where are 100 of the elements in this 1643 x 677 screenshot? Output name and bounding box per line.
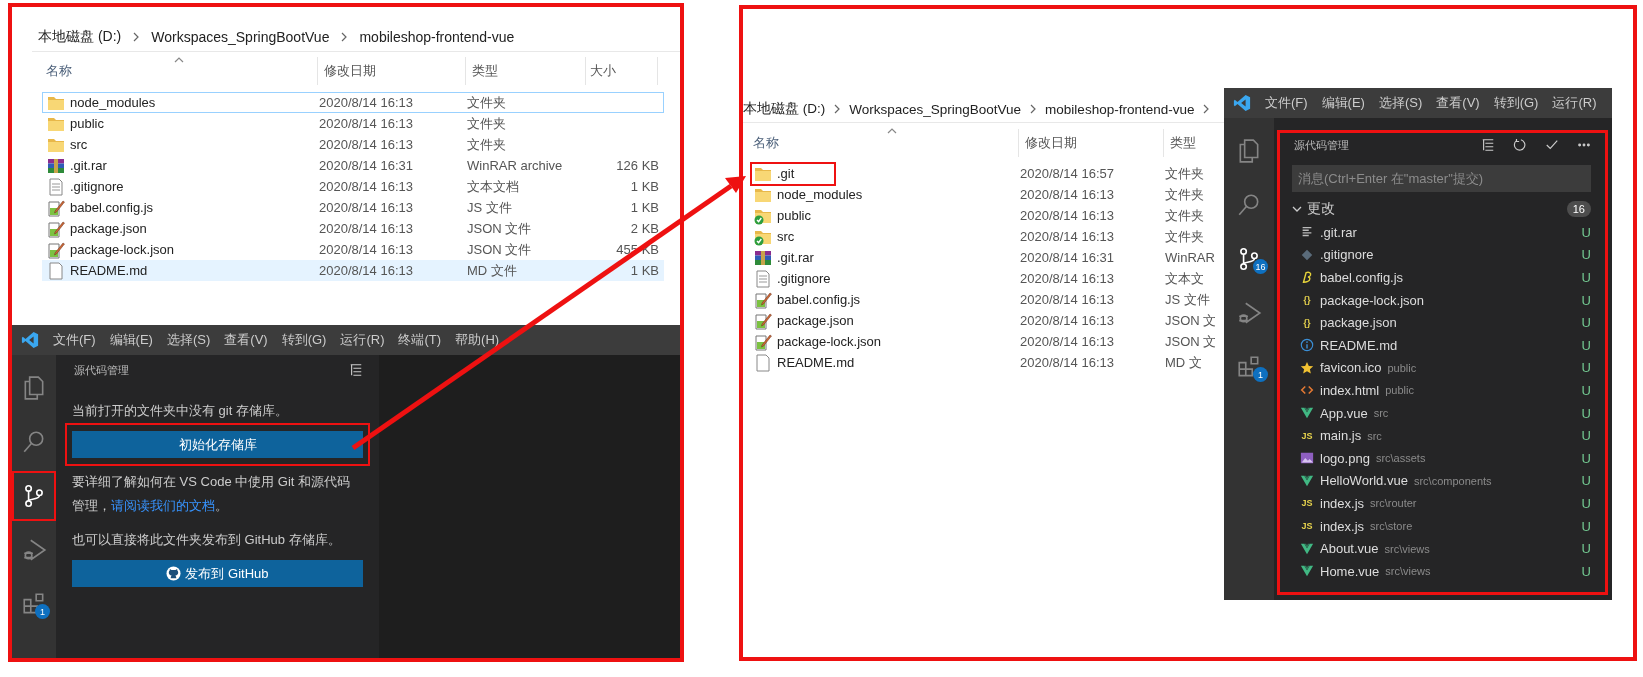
menu-item[interactable]: 运行(R) <box>1552 94 1597 112</box>
github-icon <box>166 566 182 581</box>
file-path: src <box>1367 429 1382 442</box>
modified-date: 2020/8/14 16:13 <box>319 116 414 131</box>
change-item[interactable]: favicon.ico public U <box>1292 356 1591 380</box>
scm-notice: 当前打开的文件夹中没有 git 存储库。 <box>72 402 289 420</box>
status-letter: U <box>1581 473 1591 489</box>
column-header[interactable]: 修改日期 <box>1019 129 1164 157</box>
init-repo-button[interactable]: 初始化存储库 <box>72 431 363 458</box>
change-item[interactable]: README.md U <box>1292 333 1591 357</box>
file-name: logo.png <box>1320 450 1370 466</box>
docs-link[interactable]: 请阅读我们的文档 <box>111 498 215 513</box>
menu-item[interactable]: 帮助(H) <box>455 331 500 349</box>
refresh-icon[interactable] <box>1513 138 1527 152</box>
change-item[interactable]: babel.config.js U <box>1292 266 1591 289</box>
change-item[interactable]: {} package-lock.json U <box>1292 288 1591 312</box>
file-type: JSON 文件 <box>467 240 533 259</box>
breadcrumb-item[interactable]: 本地磁盘 (D:) <box>743 100 826 118</box>
file-row[interactable]: package-lock.json 2020/8/14 16:13 JSON 文 <box>749 331 1224 352</box>
count-badge: 16 <box>1253 259 1268 274</box>
breadcrumb-item[interactable]: mobileshop-frontend-vue <box>359 29 515 45</box>
breadcrumb-item[interactable]: Workspaces_SpringBootVue <box>849 101 1022 117</box>
file-row[interactable]: .git 2020/8/14 16:57 文件夹 <box>749 163 1224 184</box>
status-letter: U <box>1581 518 1591 534</box>
text-file-icon <box>47 177 65 196</box>
file-row[interactable]: src 2020/8/14 16:13 文件夹 <box>42 134 664 155</box>
menu-item[interactable]: 转到(G) <box>1493 94 1539 112</box>
js-icon: JS <box>1300 498 1314 509</box>
file-size: 2 KB <box>629 221 659 236</box>
file-row[interactable]: node_modules 2020/8/14 16:13 文件夹 <box>749 184 1224 205</box>
file-row[interactable]: README.md 2020/8/14 16:13 MD 文件 1 KB <box>42 260 664 281</box>
menu-item[interactable]: 查看(V) <box>1436 94 1480 112</box>
commit-message-field[interactable]: 消息(Ctrl+Enter 在"master"提交) <box>1292 165 1591 192</box>
file-row[interactable]: public 2020/8/14 16:13 文件夹 <box>42 113 664 134</box>
menu-item[interactable]: 文件(F) <box>1265 94 1308 112</box>
file-row[interactable]: .gitignore 2020/8/14 16:13 文本文档 1 KB <box>42 176 664 197</box>
file-path: public <box>1385 384 1414 397</box>
menu-item[interactable]: 编辑(E) <box>1321 94 1365 112</box>
check-icon[interactable] <box>1545 138 1559 152</box>
change-item[interactable]: logo.png src\assets U <box>1292 446 1591 470</box>
change-item[interactable]: {} package.json U <box>1292 311 1591 334</box>
chevron-icon <box>133 32 140 42</box>
status-letter: U <box>1581 224 1591 240</box>
change-item[interactable]: Home.vue src\views U <box>1292 559 1591 583</box>
file-type: 文件夹 <box>467 93 507 112</box>
publish-button[interactable]: 发布到 GitHub <box>72 560 363 587</box>
change-item[interactable]: .gitignore U <box>1292 243 1591 267</box>
column-header[interactable]: 类型 <box>466 57 586 85</box>
chevron-icon[interactable] <box>1292 204 1302 214</box>
tree-view-icon[interactable] <box>1481 138 1495 152</box>
file-row[interactable]: .gitignore 2020/8/14 16:13 文本文 <box>749 268 1224 289</box>
file-type: MD 文件 <box>467 261 518 280</box>
file-row[interactable]: public 2020/8/14 16:13 文件夹 <box>749 205 1224 226</box>
change-item[interactable]: JS main.js src U <box>1292 424 1591 447</box>
file-row[interactable]: .git.rar 2020/8/14 16:31 WinRAR archive 126 KB <box>42 155 664 176</box>
change-item[interactable]: .git.rar U <box>1292 221 1591 244</box>
file-row[interactable]: package.json 2020/8/14 16:13 JSON 文 <box>749 310 1224 331</box>
change-item[interactable]: JS index.js src\store U <box>1292 514 1591 538</box>
change-item[interactable]: index.html public U <box>1292 379 1591 402</box>
menu-item[interactable]: 选择(S) <box>166 331 211 349</box>
help-text: 要详细了解如何在 VS Code 中使用 Git 和源代码管理，请阅读我们的文档。 <box>72 473 352 515</box>
menu-item[interactable]: 转到(G) <box>281 331 327 349</box>
file-name: About.vue <box>1320 541 1379 557</box>
change-item[interactable]: About.vue src\views U <box>1292 537 1591 560</box>
column-header[interactable]: 大小 <box>586 57 658 85</box>
file-name: main.js <box>1320 428 1362 444</box>
file-row[interactable]: babel.config.js 2020/8/14 16:13 JS 文件 <box>749 289 1224 310</box>
menu-item[interactable]: 运行(R) <box>340 331 385 349</box>
file-path: src\store <box>1370 520 1413 532</box>
run-debug-icon[interactable] <box>21 537 47 563</box>
status-letter: U <box>1581 292 1591 308</box>
file-path: src\router <box>1370 497 1417 510</box>
file-row[interactable]: .git.rar 2020/8/14 16:31 WinRAR <box>749 247 1224 268</box>
breadcrumb-item[interactable]: mobileshop-frontend-vue <box>1045 101 1195 117</box>
menu-item[interactable]: 编辑(E) <box>109 331 153 349</box>
breadcrumb-item[interactable]: Workspaces_SpringBootVue <box>151 29 330 45</box>
change-item[interactable]: JS index.js src\router U <box>1292 492 1591 515</box>
column-header[interactable]: 类型 <box>1164 129 1224 157</box>
run-debug-icon[interactable] <box>1236 300 1262 326</box>
file-row[interactable]: node_modules 2020/8/14 16:13 文件夹 <box>42 92 664 113</box>
column-header[interactable]: 名称 <box>749 129 1019 157</box>
change-item[interactable]: App.vue src U <box>1292 401 1591 425</box>
file-name: Home.vue <box>1320 563 1380 579</box>
file-row[interactable]: babel.config.js 2020/8/14 16:13 JS 文件 1 KB <box>42 197 664 218</box>
tree-view-icon[interactable] <box>349 363 363 377</box>
modified-date: 2020/8/14 16:13 <box>319 221 414 236</box>
column-header[interactable]: 修改日期 <box>318 57 466 85</box>
change-item[interactable]: HelloWorld.vue src\components U <box>1292 469 1591 493</box>
menu-item[interactable]: 查看(V) <box>224 331 268 349</box>
file-row[interactable]: package.json 2020/8/14 16:13 JSON 文件 2 KB <box>42 218 664 239</box>
menu-item[interactable]: 选择(S) <box>1378 94 1423 112</box>
file-name: node_modules <box>777 187 863 202</box>
file-row[interactable]: README.md 2020/8/14 16:13 MD 文 <box>749 352 1224 373</box>
breadcrumb-item[interactable]: 本地磁盘 (D:) <box>38 28 122 46</box>
file-name: package-lock.json <box>1320 292 1425 308</box>
menu-item[interactable]: 终端(T) <box>398 331 442 349</box>
menu-item[interactable]: 文件(F) <box>53 331 96 349</box>
file-name: index.js <box>1320 495 1365 511</box>
column-header[interactable]: 名称 <box>42 57 318 85</box>
file-row[interactable]: src 2020/8/14 16:13 文件夹 <box>749 226 1224 247</box>
